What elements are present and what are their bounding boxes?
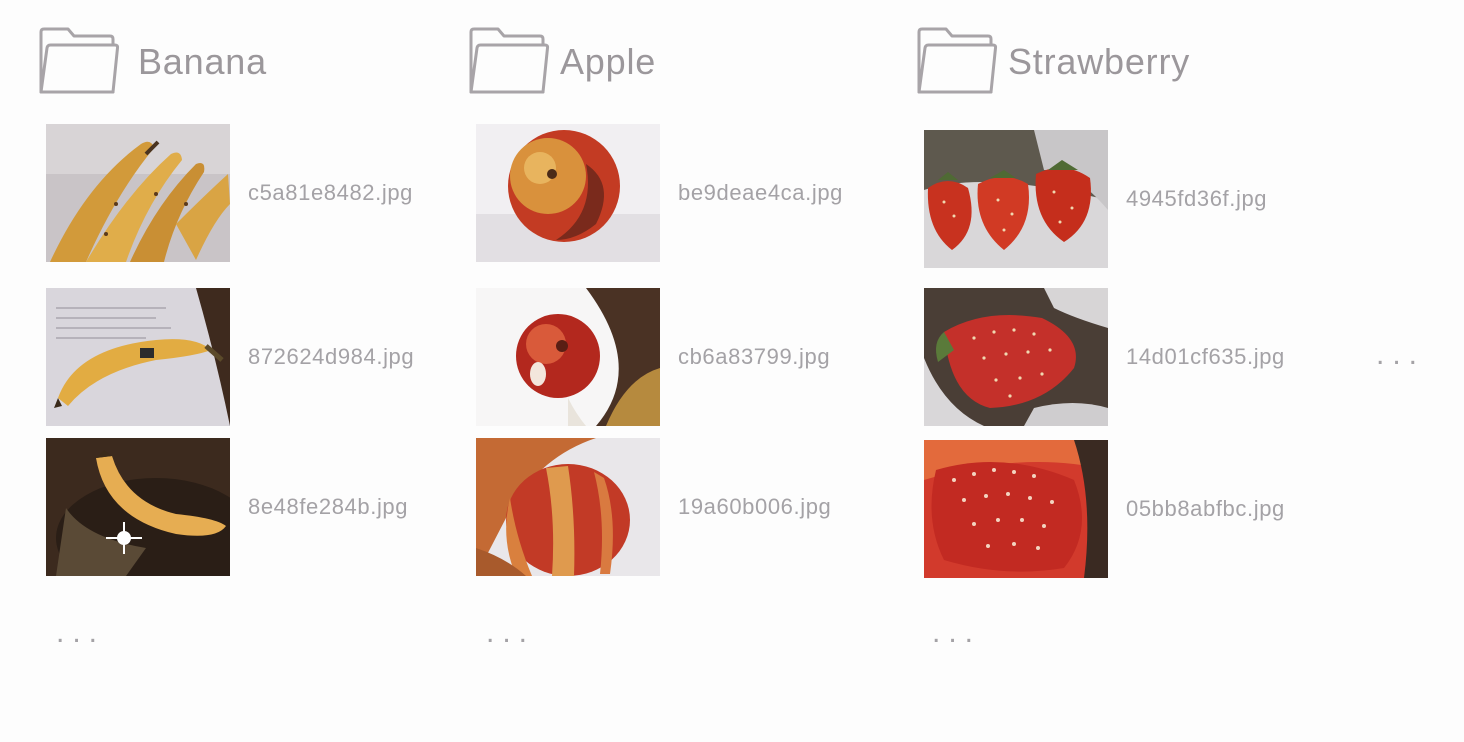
file-name: c5a81e8482.jpg <box>248 180 413 205</box>
file-item[interactable]: 05bb8abfbc.jpg <box>924 440 1285 578</box>
strawberry-thumbnail[interactable] <box>924 440 1108 578</box>
file-name: be9deae4ca.jpg <box>678 180 843 205</box>
file-item[interactable]: 8e48fe284b.jpg <box>46 438 408 576</box>
file-item[interactable]: c5a81e8482.jpg <box>46 124 413 262</box>
more-files-ellipsis[interactable]: ... <box>486 618 535 648</box>
apple-thumbnail[interactable] <box>476 288 660 426</box>
file-name: 05bb8abfbc.jpg <box>1126 496 1285 521</box>
folder-apple: Apple be9deae4ca.jpg cb6a83799.jpg 19a60… <box>468 0 888 742</box>
apple-thumbnail[interactable] <box>476 124 660 262</box>
folder-banana: Banana c5a81e8482.jpg 872624d984.jpg 8e4… <box>38 0 458 742</box>
apple-thumbnail[interactable] <box>476 438 660 576</box>
file-name: 8e48fe284b.jpg <box>248 494 409 519</box>
banana-thumbnail[interactable] <box>46 124 230 262</box>
file-name: 19a60b006.jpg <box>678 494 832 519</box>
file-item[interactable]: 872624d984.jpg <box>46 288 414 426</box>
folder-icon[interactable] <box>468 26 550 96</box>
banana-thumbnail[interactable] <box>46 288 230 426</box>
more-folders-ellipsis[interactable]: ... <box>1376 340 1425 370</box>
file-item[interactable]: 4945fd36f.jpg <box>924 130 1267 268</box>
banana-thumbnail[interactable] <box>46 438 230 576</box>
folder-strawberry: Strawberry 4945fd36f.jpg 14d01cf635.jpg … <box>916 0 1336 742</box>
strawberry-thumbnail[interactable] <box>924 288 1108 426</box>
folder-name: Banana <box>138 41 267 82</box>
more-files-ellipsis[interactable]: ... <box>932 618 981 648</box>
strawberry-thumbnail[interactable] <box>924 130 1108 268</box>
file-name: 4945fd36f.jpg <box>1126 186 1268 211</box>
folder-name: Strawberry <box>1008 41 1191 82</box>
file-name: 872624d984.jpg <box>248 344 415 369</box>
folder-icon[interactable] <box>38 26 120 96</box>
more-files-ellipsis[interactable]: ... <box>56 618 105 648</box>
file-item[interactable]: cb6a83799.jpg <box>476 288 830 426</box>
file-item[interactable]: 14d01cf635.jpg <box>924 288 1285 426</box>
file-name: cb6a83799.jpg <box>678 344 831 369</box>
file-item[interactable]: 19a60b006.jpg <box>476 438 831 576</box>
file-name: 14d01cf635.jpg <box>1126 344 1285 369</box>
folder-icon[interactable] <box>916 26 998 96</box>
folder-name: Apple <box>560 41 657 82</box>
file-item[interactable]: be9deae4ca.jpg <box>476 124 843 262</box>
folder-header-banana[interactable]: Banana <box>38 26 267 96</box>
folder-header-apple[interactable]: Apple <box>468 26 656 96</box>
folder-header-strawberry[interactable]: Strawberry <box>916 26 1190 96</box>
